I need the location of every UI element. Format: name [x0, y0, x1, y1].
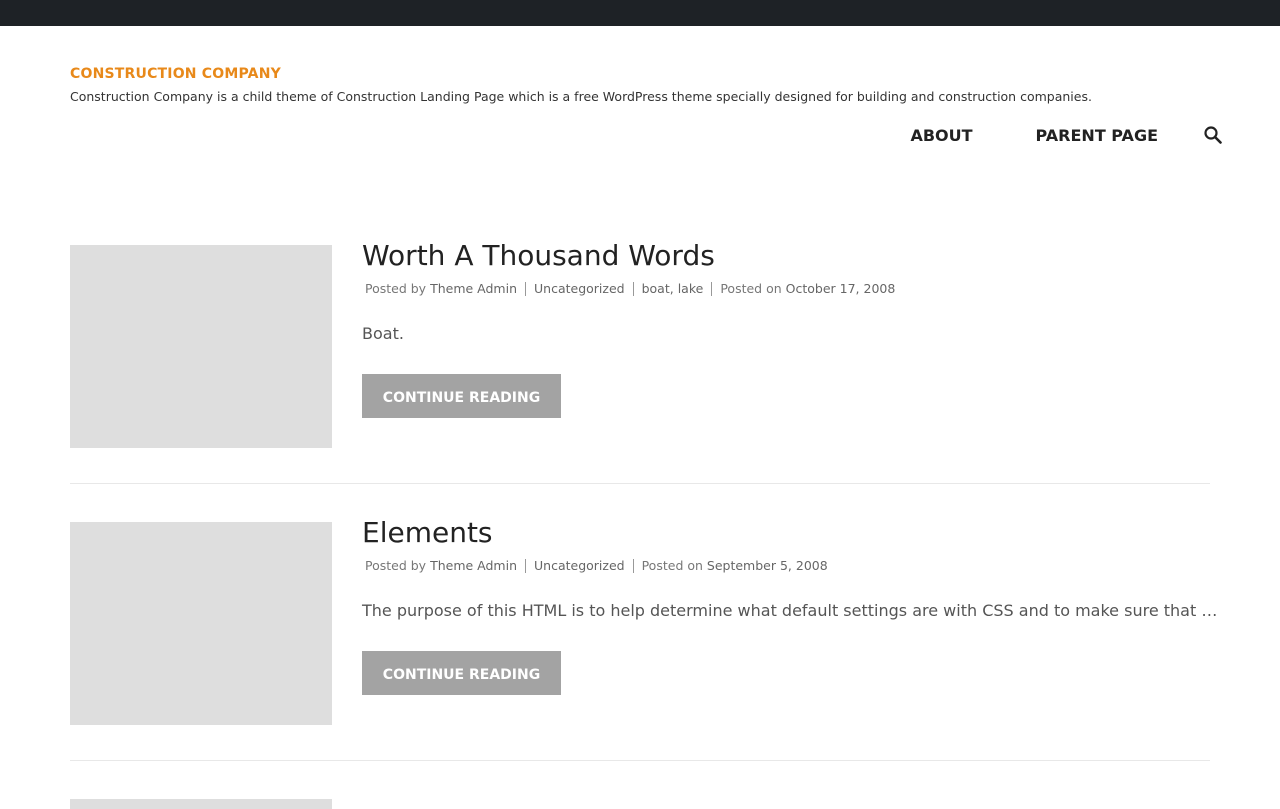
post-thumbnail[interactable] — [70, 522, 332, 725]
continue-reading-button[interactable]: CONTINUE READING — [362, 651, 561, 695]
post-body: Elements Posted by Theme Admin Uncategor… — [362, 519, 1218, 695]
meta-divider — [632, 281, 634, 296]
post-date-link[interactable]: October 17, 2008 — [786, 281, 896, 296]
meta-divider — [525, 558, 527, 573]
nav-item-about[interactable]: ABOUT — [910, 126, 972, 145]
site-description: Construction Company is a child theme of… — [70, 89, 1092, 104]
post-excerpt: The purpose of this HTML is to help dete… — [362, 601, 1218, 620]
posted-on-label: Posted on — [720, 281, 782, 296]
post-divider — [70, 760, 1210, 761]
top-bar — [0, 0, 1280, 26]
main-navigation: ABOUT PARENT PAGE — [847, 122, 1224, 148]
meta-divider — [632, 558, 634, 573]
post-body: Worth A Thousand Words Posted by Theme A… — [362, 242, 1210, 418]
posted-by-label: Posted by — [365, 281, 427, 296]
post-title[interactable]: Elements — [362, 519, 1210, 547]
post-divider — [70, 483, 1210, 484]
post-item: Elements Posted by Theme Admin Uncategor… — [70, 519, 1218, 799]
post-meta: Posted by Theme Admin Uncategorized Post… — [362, 558, 1210, 573]
meta-divider — [711, 281, 713, 296]
post-meta: Posted by Theme Admin Uncategorized boat… — [365, 281, 896, 296]
post-tag-link[interactable]: lake — [678, 281, 704, 296]
posted-by-label: Posted by — [365, 558, 427, 573]
post-author-link[interactable]: Theme Admin — [430, 281, 517, 296]
post-author-link[interactable]: Theme Admin — [430, 558, 517, 573]
continue-reading-button[interactable]: CONTINUE READING — [362, 374, 561, 418]
post-thumbnail[interactable] — [70, 245, 332, 448]
search-button[interactable] — [1202, 124, 1224, 146]
post-title[interactable]: Worth A Thousand Words — [362, 242, 1210, 270]
site-header: CONSTRUCTION COMPANY Construction Compan… — [0, 26, 1280, 191]
post-thumbnail[interactable] — [70, 799, 332, 809]
meta-divider — [525, 281, 527, 296]
post-item: Worth A Thousand Words Posted by Theme A… — [70, 242, 1210, 522]
post-excerpt: Boat. — [362, 324, 404, 343]
post-date-link[interactable]: September 5, 2008 — [707, 558, 828, 573]
post-category-link[interactable]: Uncategorized — [534, 558, 625, 573]
posted-on-label: Posted on — [641, 558, 703, 573]
post-tag-link[interactable]: boat — [642, 281, 670, 296]
post-category-link[interactable]: Uncategorized — [534, 281, 625, 296]
search-icon — [1204, 126, 1222, 144]
site-title[interactable]: CONSTRUCTION COMPANY — [70, 66, 281, 82]
post-list: Worth A Thousand Words Posted by Theme A… — [70, 242, 1218, 809]
nav-item-parent-page[interactable]: PARENT PAGE — [1036, 126, 1158, 145]
